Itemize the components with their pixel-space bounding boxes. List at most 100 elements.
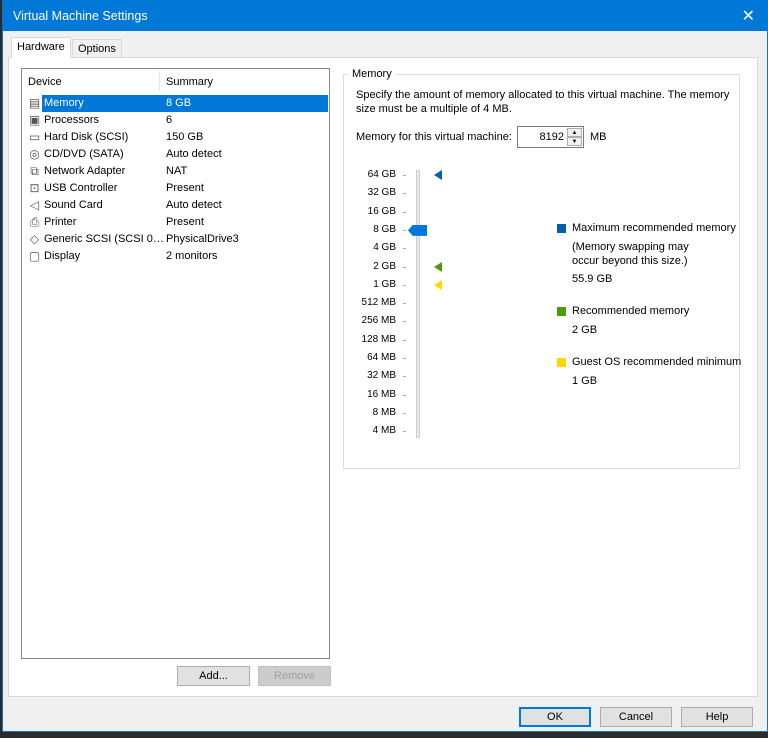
recommended-label: Recommended memory xyxy=(572,305,690,317)
printer-icon: ⎙ xyxy=(29,215,40,229)
slider-tick-label: 2 GB xyxy=(373,260,396,272)
slider-tick-mark xyxy=(403,412,406,414)
column-device[interactable]: Device xyxy=(28,76,62,88)
slider-tick-mark xyxy=(403,358,406,359)
close-icon[interactable]: ✕ xyxy=(742,6,755,26)
speaker-icon: ◁ xyxy=(29,198,40,212)
device-row[interactable]: ⧉ Network Adapter NAT xyxy=(25,163,328,180)
memory-slider-track[interactable] xyxy=(416,170,420,438)
slider-tick-mark xyxy=(403,266,406,268)
slider-tick-label: 1 GB xyxy=(373,278,396,290)
memory-icon: ▤ xyxy=(28,96,41,110)
device-summary: PhysicalDrive3 xyxy=(166,233,239,245)
device-row[interactable]: ▢ Display 2 monitors xyxy=(25,248,328,265)
slider-tick-mark xyxy=(403,321,406,323)
device-summary: Present xyxy=(166,182,204,194)
device-name: Display xyxy=(44,250,81,262)
guest-minimum-swatch xyxy=(557,358,566,367)
slider-tick-label: 256 MB xyxy=(361,315,396,327)
memory-field-label: Memory for this virtual machine: xyxy=(356,131,512,143)
slider-tick-label: 16 MB xyxy=(367,388,396,400)
display-icon: ▢ xyxy=(28,249,41,263)
slider-tick-label: 64 GB xyxy=(367,169,396,180)
device-list[interactable]: Device Summary ▤ Memory 8 GB ▣ Processors 6 ▭ H… xyxy=(21,68,330,659)
network-adapter-icon: ⧉ xyxy=(30,164,39,178)
recommended-value: 2 GB xyxy=(572,324,598,336)
tab-hardware[interactable]: Hardware xyxy=(11,37,71,58)
device-summary: NAT xyxy=(166,165,188,177)
slider-tick-label: 64 MB xyxy=(367,352,396,363)
add-button[interactable]: Add... xyxy=(177,666,250,686)
device-name: USB Controller xyxy=(44,182,118,194)
device-name: Printer xyxy=(44,216,77,228)
slider-tick-mark xyxy=(403,339,406,341)
slider-tick-label: 16 GB xyxy=(367,205,396,217)
device-summary: 6 xyxy=(166,114,173,126)
memory-description: Specify the amount of memory allocated t… xyxy=(356,89,730,115)
device-name: Memory xyxy=(44,97,84,109)
device-row[interactable]: ◎ CD/DVD (SATA) Auto detect xyxy=(25,146,328,163)
device-name: Network Adapter xyxy=(44,165,126,177)
recommended-marker xyxy=(434,261,442,272)
device-row[interactable]: ◇ Generic SCSI (SCSI 0… PhysicalDrive3 xyxy=(25,231,328,248)
memory-group-label: Memory xyxy=(349,68,395,80)
device-row[interactable]: ⎙ Printer Present xyxy=(25,214,328,231)
device-name: Processors xyxy=(44,114,100,126)
device-name: CD/DVD (SATA) xyxy=(44,148,124,160)
ok-button[interactable]: OK xyxy=(519,707,591,727)
memory-spinbox[interactable]: 8192 ▲ ▼ xyxy=(517,126,584,148)
column-summary[interactable]: Summary xyxy=(166,76,213,88)
guest-minimum-value: 1 GB xyxy=(572,375,598,387)
device-row[interactable]: ▤ Memory 8 GB xyxy=(25,95,328,112)
max-recommended-value: 55.9 GB xyxy=(572,273,613,285)
title-bar: Virtual Machine Settings ✕ xyxy=(3,1,767,31)
help-button[interactable]: Help xyxy=(681,707,753,727)
scsi-icon: ◇ xyxy=(29,232,40,246)
device-summary: Present xyxy=(166,216,204,228)
slider-tick-label: 8 MB xyxy=(372,406,396,418)
device-row[interactable]: ◁ Sound Card Auto detect xyxy=(25,197,328,214)
device-row[interactable]: ▣ Processors 6 xyxy=(25,112,328,129)
device-row[interactable]: ⊡ USB Controller Present xyxy=(25,180,328,197)
slider-tick-mark xyxy=(403,303,406,305)
slider-tick-label: 4 MB xyxy=(372,425,396,437)
spin-down-icon[interactable]: ▼ xyxy=(567,137,582,146)
cancel-button[interactable]: Cancel xyxy=(600,707,672,727)
device-name: Sound Card xyxy=(44,199,103,211)
slider-tick-label: 4 GB xyxy=(373,242,396,254)
slider-tick-mark xyxy=(403,394,406,396)
device-summary: 8 GB xyxy=(166,97,192,109)
device-row[interactable]: ▭ Hard Disk (SCSI) 150 GB xyxy=(25,129,328,146)
slider-tick-mark xyxy=(403,211,406,213)
spin-up-icon[interactable]: ▲ xyxy=(567,128,582,137)
memory-unit: MB xyxy=(590,131,607,143)
cd-dvd-icon: ◎ xyxy=(29,147,40,161)
hard-disk-icon: ▭ xyxy=(28,130,41,144)
tab-options[interactable]: Options xyxy=(72,39,122,58)
slider-tick-mark xyxy=(403,431,406,433)
processor-icon: ▣ xyxy=(28,113,41,127)
remove-button[interactable]: Remove xyxy=(258,666,331,686)
slider-tick-mark xyxy=(403,248,406,250)
recommended-swatch xyxy=(557,307,566,316)
max-recommended-label: Maximum recommended memory xyxy=(572,222,736,234)
usb-icon: ⊡ xyxy=(29,181,40,195)
slider-tick-label: 128 MB xyxy=(361,333,396,345)
memory-input[interactable]: 8192 xyxy=(540,131,564,143)
max-recommended-swatch xyxy=(557,224,566,233)
slider-tick-label: 32 GB xyxy=(367,187,396,199)
max-recommended-marker xyxy=(434,170,442,180)
device-name: Hard Disk (SCSI) xyxy=(44,131,129,143)
slider-tick-label: 32 MB xyxy=(367,370,396,382)
slider-tick-mark xyxy=(403,284,406,286)
device-name: Generic SCSI (SCSI 0… xyxy=(44,233,164,245)
slider-tick-mark xyxy=(403,193,406,195)
guest-minimum-marker xyxy=(434,279,442,290)
device-summary: Auto detect xyxy=(166,199,222,211)
slider-tick-label: 512 MB xyxy=(361,297,396,309)
slider-tick-label: 8 GB xyxy=(373,223,396,235)
device-summary: 2 monitors xyxy=(166,250,218,262)
slider-tick-mark xyxy=(403,229,406,231)
list-header: Device Summary xyxy=(22,69,329,93)
slider-tick-mark xyxy=(403,376,406,378)
